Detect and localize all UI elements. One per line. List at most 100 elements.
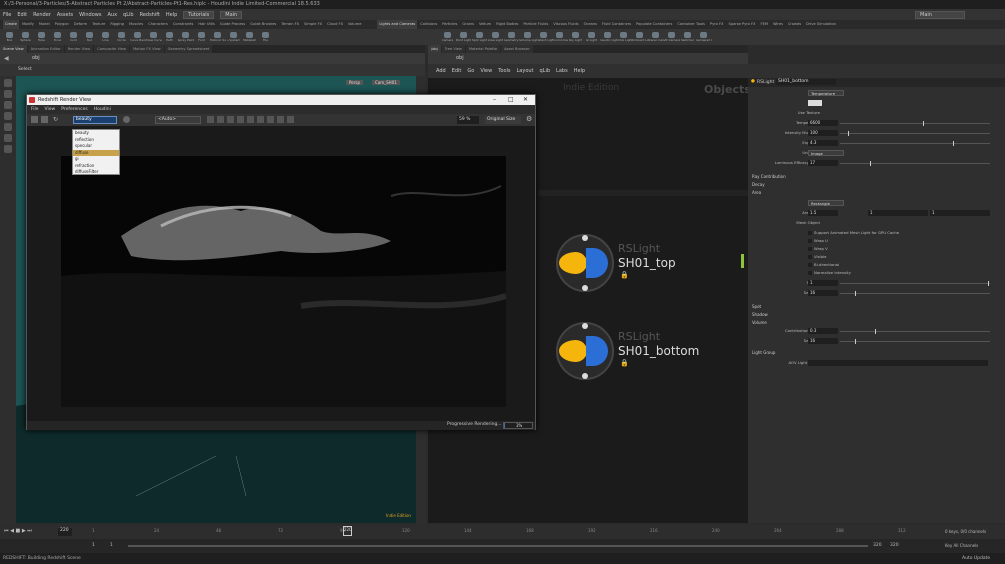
shelf-tool-button[interactable]: L-System bbox=[226, 29, 241, 45]
volume-samples-slider[interactable] bbox=[840, 339, 990, 344]
shelf-tool-button[interactable]: Volume Light bbox=[520, 29, 536, 45]
samples-slider[interactable] bbox=[840, 291, 990, 296]
shelf-tab[interactable]: Simple FX bbox=[302, 20, 324, 29]
shelf-tab[interactable]: Lights and Cameras bbox=[377, 20, 418, 29]
pane-tab[interactable]: Asset Browser bbox=[501, 45, 533, 53]
save-icon[interactable] bbox=[31, 116, 38, 123]
select-tool-icon[interactable] bbox=[4, 79, 12, 87]
net-menu-edit[interactable]: Edit bbox=[452, 68, 462, 74]
checkbox-box[interactable] bbox=[808, 239, 812, 243]
rotate-tool-icon[interactable] bbox=[4, 101, 12, 109]
shelf-tab[interactable]: Model bbox=[37, 20, 52, 29]
shelf-tab[interactable]: Terrain FX bbox=[279, 20, 301, 29]
samples-field[interactable]: 16 bbox=[808, 290, 838, 296]
net-menu-go[interactable]: Go bbox=[467, 68, 474, 74]
shelf-tool-button[interactable]: Point Light bbox=[456, 29, 471, 45]
param-checkbox[interactable]: Normalize Intensity bbox=[808, 270, 851, 275]
node-name-label[interactable]: SH01_bottom bbox=[618, 344, 699, 358]
shelf-tab[interactable]: FEM bbox=[759, 20, 770, 29]
fit-icon[interactable] bbox=[257, 116, 264, 123]
pane-tab[interactable]: Render View bbox=[64, 45, 94, 53]
param-section-1[interactable]: Decay bbox=[752, 182, 765, 187]
range-end[interactable]: 320 bbox=[873, 543, 882, 548]
shelf-tab[interactable]: Cloud FX bbox=[325, 20, 345, 29]
shelf-tool-button[interactable]: Spot Light bbox=[472, 29, 487, 45]
context-dropdown[interactable]: Main bbox=[220, 10, 243, 19]
shelf-tab[interactable]: Constraints bbox=[171, 20, 196, 29]
crop-icon[interactable] bbox=[227, 116, 234, 123]
param-checkbox[interactable]: Visible bbox=[808, 254, 826, 259]
view-tool-icon[interactable] bbox=[4, 145, 12, 153]
range-start[interactable]: 1 bbox=[92, 543, 95, 548]
node-sh01-top[interactable] bbox=[556, 234, 614, 292]
shelf-tool-button[interactable]: Gamepad Camera bbox=[696, 29, 712, 45]
shelf-tab[interactable]: Rigging bbox=[108, 20, 126, 29]
fullscreen-icon[interactable] bbox=[267, 116, 274, 123]
shelf-tab[interactable]: Modify bbox=[20, 20, 36, 29]
param-field[interactable]: 6600 bbox=[808, 120, 838, 126]
net-menu-qlib[interactable]: qLib bbox=[540, 68, 551, 74]
rv-menu-houdini[interactable]: Houdini bbox=[94, 105, 111, 114]
grid-icon[interactable] bbox=[237, 116, 244, 123]
net-menu-view[interactable]: View bbox=[480, 68, 492, 74]
aov-option[interactable]: diffuseFilter bbox=[73, 169, 119, 176]
shelf-tool-button[interactable]: Portal Light bbox=[616, 29, 632, 45]
shelf-tool-button[interactable]: Distant Light bbox=[536, 29, 552, 45]
shelf-tool-button[interactable]: Metaball bbox=[242, 29, 257, 45]
maximize-icon[interactable]: □ bbox=[508, 95, 514, 105]
key-all-button[interactable]: Key All Channels bbox=[945, 543, 978, 548]
persp-menu[interactable]: Persp bbox=[346, 80, 363, 85]
param-section-0[interactable]: Ray Contribution bbox=[752, 174, 786, 179]
shelf-tab[interactable]: Drive Simulation bbox=[804, 20, 838, 29]
timeline-ruler[interactable]: 1 24 48 72 96 120 144 168 192 216 240 264 288 312 bbox=[92, 527, 922, 537]
param-section[interactable]: Spot bbox=[752, 304, 761, 309]
pane-tab[interactable]: Tree View bbox=[441, 45, 465, 53]
menu-windows[interactable]: Windows bbox=[79, 12, 101, 18]
param-field[interactable]: 100 bbox=[808, 130, 838, 136]
pane-tab[interactable]: Scene View bbox=[0, 45, 27, 53]
move-tool-icon[interactable] bbox=[4, 90, 12, 98]
aov-dropdown[interactable]: beauty bbox=[73, 116, 117, 124]
pane-tab[interactable]: Geometry Spreadsheet bbox=[164, 45, 213, 53]
shelf-tool-button[interactable]: File bbox=[258, 29, 273, 45]
shelf-tab[interactable]: Grains bbox=[460, 20, 476, 29]
param-checkbox[interactable]: Wrap V bbox=[808, 246, 828, 251]
shelf-tool-button[interactable]: Sphere bbox=[18, 29, 33, 45]
param-field[interactable]: 4.3 bbox=[808, 140, 838, 146]
color-swatch[interactable] bbox=[808, 100, 822, 106]
playback-controls[interactable]: ⏮ ◀ ■ ▶ ⏭ bbox=[4, 528, 32, 534]
pane-tab[interactable]: /obj bbox=[428, 45, 441, 53]
net-menu-tools[interactable]: Tools bbox=[498, 68, 510, 74]
snapshot-icon[interactable] bbox=[41, 116, 48, 123]
right-desktop-dropdown[interactable]: Main bbox=[915, 10, 965, 19]
node-name-label[interactable]: SH01_top bbox=[618, 256, 676, 270]
lock-icon[interactable]: 🔒 bbox=[620, 359, 629, 367]
zoom-field[interactable]: 59 % bbox=[457, 116, 479, 124]
shelf-tool-button[interactable]: Path bbox=[162, 29, 177, 45]
shelf-tab[interactable]: Container Tools bbox=[675, 20, 707, 29]
spread-field[interactable]: 1 bbox=[808, 280, 838, 286]
shelf-tab[interactable]: Wires bbox=[771, 20, 785, 29]
shelf-tab[interactable]: Hair Utils bbox=[196, 20, 216, 29]
shelf-tool-button[interactable]: Box bbox=[2, 29, 17, 45]
node-input-dot[interactable] bbox=[582, 323, 588, 329]
shelf-tool-button[interactable]: Area Light bbox=[488, 29, 503, 45]
shelf-tool-button[interactable]: Camera bbox=[440, 29, 455, 45]
shelf-tab[interactable]: Muscles bbox=[127, 20, 145, 29]
lock-icon[interactable] bbox=[207, 116, 214, 123]
param-section[interactable]: Volume bbox=[752, 320, 767, 325]
aov-group-field[interactable] bbox=[808, 360, 988, 366]
param-field[interactable]: 17 bbox=[808, 160, 838, 166]
checkbox-box[interactable] bbox=[808, 263, 812, 267]
shelf-tool-button[interactable]: Stereo Camera bbox=[648, 29, 664, 45]
auto-update-dropdown[interactable]: Auto Update bbox=[962, 553, 990, 564]
net-menu-layout[interactable]: Layout bbox=[517, 68, 534, 74]
shape-select[interactable]: Rectangle bbox=[808, 200, 844, 206]
checkbox-box[interactable] bbox=[808, 247, 812, 251]
slider-handle[interactable] bbox=[952, 141, 954, 146]
menu-aux[interactable]: Aux bbox=[107, 12, 117, 18]
shelf-tab[interactable]: Volume bbox=[346, 20, 363, 29]
minimize-icon[interactable]: – bbox=[493, 95, 496, 105]
param-checkbox[interactable]: Bi-directional bbox=[808, 262, 839, 267]
shelf-tool-button[interactable]: Ambient Light bbox=[632, 29, 648, 45]
